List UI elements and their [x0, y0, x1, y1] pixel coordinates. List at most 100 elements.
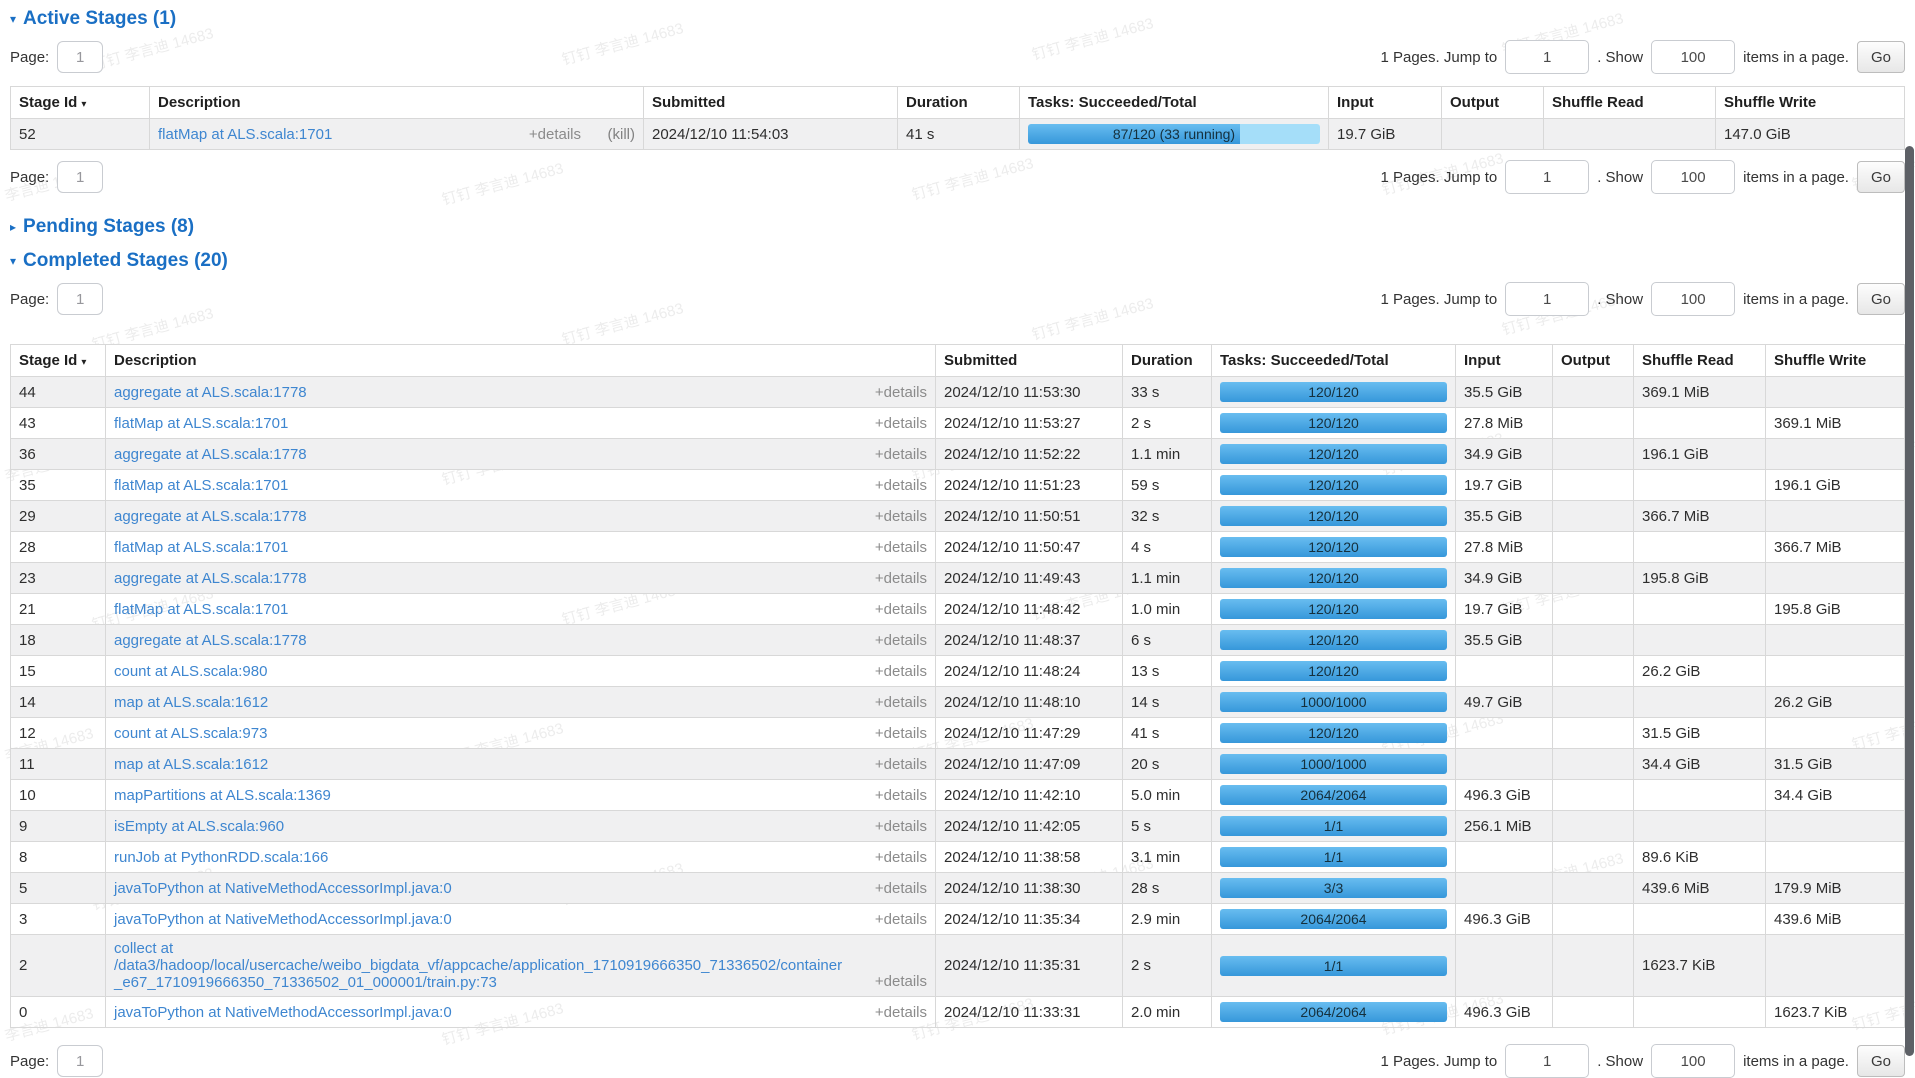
details-toggle[interactable]: +details [875, 849, 927, 866]
section-pending-stages-header[interactable]: ▸ Pending Stages (8) [10, 216, 1905, 238]
stage-id-cell: 2 [11, 935, 106, 997]
page-number-input[interactable] [57, 41, 103, 73]
go-button[interactable]: Go [1857, 283, 1905, 315]
duration-cell: 41 s [898, 119, 1020, 150]
items-per-page-input[interactable] [1651, 160, 1735, 194]
items-per-page-input[interactable] [1651, 1044, 1735, 1078]
page-number-input[interactable] [57, 283, 103, 315]
stage-description-link[interactable]: aggregate at ALS.scala:1778 [114, 632, 307, 649]
stage-description-link[interactable]: aggregate at ALS.scala:1778 [114, 570, 307, 587]
col-header-tasks-succeeded-total[interactable]: Tasks: Succeeded/Total [1020, 87, 1329, 119]
stage-description-link[interactable]: javaToPython at NativeMethodAccessorImpl… [114, 911, 452, 928]
jump-to-input[interactable] [1505, 160, 1589, 194]
go-button[interactable]: Go [1857, 161, 1905, 193]
details-toggle[interactable]: +details [875, 570, 927, 587]
details-toggle[interactable]: +details [875, 973, 927, 990]
col-header-duration[interactable]: Duration [898, 87, 1020, 119]
col-header-shuffle-write[interactable]: Shuffle Write [1716, 87, 1905, 119]
stage-id-cell: 28 [11, 532, 106, 563]
submitted-cell: 2024/12/10 11:47:29 [936, 718, 1123, 749]
shuffle-write-cell: 369.1 MiB [1766, 408, 1905, 439]
output-cell [1553, 687, 1634, 718]
submitted-cell: 2024/12/10 11:50:47 [936, 532, 1123, 563]
details-toggle[interactable]: +details [875, 663, 927, 680]
pagination-controls: 1 Pages. Jump to . Show items in a page.… [1380, 282, 1905, 316]
col-header-input[interactable]: Input [1329, 87, 1442, 119]
details-toggle[interactable]: +details [875, 818, 927, 835]
details-toggle[interactable]: +details [875, 384, 927, 401]
section-title: Pending Stages (8) [23, 216, 194, 238]
section-completed-stages-header[interactable]: ▾ Completed Stages (20) [10, 250, 1905, 272]
stage-description-link[interactable]: isEmpty at ALS.scala:960 [114, 818, 284, 835]
col-header-shuffle-read[interactable]: Shuffle Read [1544, 87, 1716, 119]
details-toggle[interactable]: +details [875, 508, 927, 525]
details-toggle[interactable]: +details [875, 880, 927, 897]
shuffle-read-cell [1634, 780, 1766, 811]
stage-description-link[interactable]: map at ALS.scala:1612 [114, 756, 268, 773]
items-per-page-input[interactable] [1651, 40, 1735, 74]
kill-link[interactable]: (kill) [608, 126, 636, 143]
details-toggle[interactable]: +details [875, 787, 927, 804]
stage-description-link[interactable]: count at ALS.scala:973 [114, 725, 267, 742]
input-cell: 35.5 GiB [1456, 501, 1553, 532]
stage-description-link[interactable]: map at ALS.scala:1612 [114, 694, 268, 711]
stage-description-link[interactable]: collect at /data3/hadoop/local/usercache… [114, 940, 842, 991]
details-toggle[interactable]: +details [875, 911, 927, 928]
col-header-tasks-succeeded-total[interactable]: Tasks: Succeeded/Total [1212, 345, 1456, 377]
details-toggle[interactable]: +details [875, 1004, 927, 1021]
input-cell: 34.9 GiB [1456, 563, 1553, 594]
col-header-description[interactable]: Description [106, 345, 936, 377]
col-header-input[interactable]: Input [1456, 345, 1553, 377]
stage-description-link[interactable]: flatMap at ALS.scala:1701 [114, 477, 288, 494]
details-toggle[interactable]: +details [529, 126, 581, 143]
details-toggle[interactable]: +details [875, 415, 927, 432]
stage-description-link[interactable]: aggregate at ALS.scala:1778 [114, 384, 307, 401]
stage-description-link[interactable]: flatMap at ALS.scala:1701 [114, 601, 288, 618]
show-text: . Show [1597, 291, 1643, 308]
stage-description-link[interactable]: mapPartitions at ALS.scala:1369 [114, 787, 331, 804]
jump-to-input[interactable] [1505, 40, 1589, 74]
col-header-shuffle-read[interactable]: Shuffle Read [1634, 345, 1766, 377]
col-header-output[interactable]: Output [1442, 87, 1544, 119]
scrollbar-thumb[interactable] [1905, 146, 1914, 1056]
description-cell: aggregate at ALS.scala:1778 +details [106, 501, 936, 532]
details-toggle[interactable]: +details [875, 756, 927, 773]
col-header-duration[interactable]: Duration [1123, 345, 1212, 377]
details-toggle[interactable]: +details [875, 725, 927, 742]
section-active-stages-header[interactable]: ▾ Active Stages (1) [10, 8, 1905, 30]
page-number-input[interactable] [57, 1045, 103, 1077]
col-header-stage-id[interactable]: Stage Id▾ [11, 345, 106, 377]
progress-label: 120/120 [1220, 661, 1447, 681]
stage-description-link[interactable]: count at ALS.scala:980 [114, 663, 267, 680]
stage-description-link[interactable]: javaToPython at NativeMethodAccessorImpl… [114, 1004, 452, 1021]
details-toggle[interactable]: +details [875, 694, 927, 711]
go-button[interactable]: Go [1857, 1045, 1905, 1077]
details-toggle[interactable]: +details [875, 539, 927, 556]
input-cell [1456, 935, 1553, 997]
stage-description-link[interactable]: aggregate at ALS.scala:1778 [114, 508, 307, 525]
stage-description-link[interactable]: flatMap at ALS.scala:1701 [114, 415, 288, 432]
col-header-stage-id[interactable]: Stage Id▾ [11, 87, 150, 119]
go-button[interactable]: Go [1857, 41, 1905, 73]
details-toggle[interactable]: +details [875, 632, 927, 649]
stage-description-link[interactable]: flatMap at ALS.scala:1701 [114, 539, 288, 556]
page-number-input[interactable] [57, 161, 103, 193]
expand-arrow-icon: ▸ [10, 221, 16, 233]
stage-description-link[interactable]: aggregate at ALS.scala:1778 [114, 446, 307, 463]
jump-to-input[interactable] [1505, 1044, 1589, 1078]
col-header-submitted[interactable]: Submitted [936, 345, 1123, 377]
details-toggle[interactable]: +details [875, 446, 927, 463]
col-header-description[interactable]: Description [150, 87, 644, 119]
items-per-page-input[interactable] [1651, 282, 1735, 316]
stage-description-link[interactable]: runJob at PythonRDD.scala:166 [114, 849, 328, 866]
task-progress-bar: 120/120 [1220, 723, 1447, 743]
details-toggle[interactable]: +details [875, 601, 927, 618]
stage-description-link[interactable]: flatMap at ALS.scala:1701 [158, 126, 332, 143]
details-toggle[interactable]: +details [875, 477, 927, 494]
col-header-shuffle-write[interactable]: Shuffle Write [1766, 345, 1905, 377]
col-header-submitted[interactable]: Submitted [644, 87, 898, 119]
jump-to-input[interactable] [1505, 282, 1589, 316]
col-header-output[interactable]: Output [1553, 345, 1634, 377]
stage-description-link[interactable]: javaToPython at NativeMethodAccessorImpl… [114, 880, 452, 897]
duration-cell: 3.1 min [1123, 842, 1212, 873]
